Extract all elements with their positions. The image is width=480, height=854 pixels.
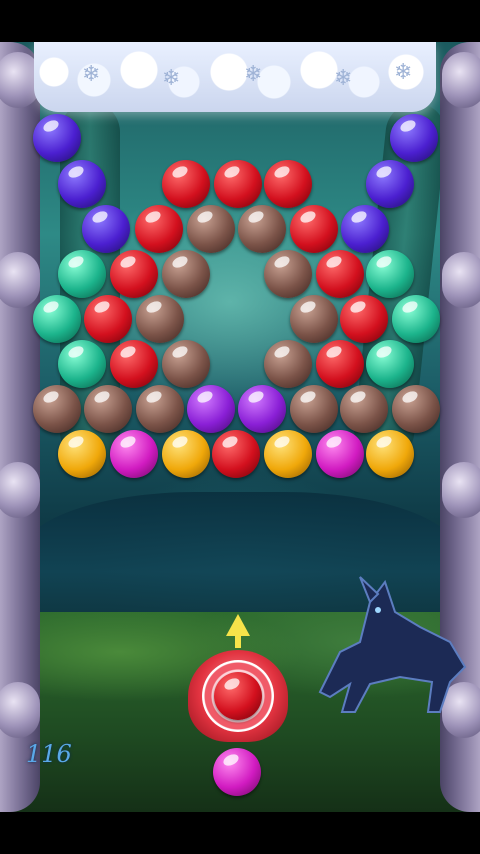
- board-bubble-purple: [58, 160, 106, 208]
- board-bubble-green: [33, 295, 81, 343]
- board-bubble-brown: [264, 250, 312, 298]
- board-bubble-red: [316, 250, 364, 298]
- board-bubble-red: [290, 205, 338, 253]
- game-scene[interactable]: ❄ ❄ ❄ ❄ ❄ 116: [0, 42, 480, 812]
- board-bubble-yellow: [366, 430, 414, 478]
- board-bubble-green: [392, 295, 440, 343]
- board-bubble-green: [366, 340, 414, 388]
- board-bubble-brown: [162, 250, 210, 298]
- board-bubble-purple: [33, 114, 81, 162]
- board-bubble-red: [135, 205, 183, 253]
- current-bubble: [214, 672, 262, 720]
- left-stone-pillar: [0, 42, 40, 812]
- board-bubble-brown: [264, 340, 312, 388]
- board-bubble-brown: [84, 385, 132, 433]
- pillar-knob: [0, 252, 40, 308]
- board-bubble-red: [84, 295, 132, 343]
- board-bubble-magenta: [316, 430, 364, 478]
- board-bubble-yellow: [162, 430, 210, 478]
- arrow-up-icon: [226, 614, 250, 636]
- board-bubble-brown: [136, 295, 184, 343]
- board-bubble-brown: [392, 385, 440, 433]
- board-bubble-red: [340, 295, 388, 343]
- board-bubble-yellow: [58, 430, 106, 478]
- board-bubble-purple: [390, 114, 438, 162]
- snow-ceiling: ❄ ❄ ❄ ❄ ❄: [34, 42, 436, 112]
- board-bubble-red: [110, 340, 158, 388]
- board-bubble-brown: [136, 385, 184, 433]
- board-bubble-brown: [162, 340, 210, 388]
- board-bubble-violet: [187, 385, 235, 433]
- board-bubble-brown: [238, 205, 286, 253]
- snowflake-icon: ❄: [162, 66, 181, 91]
- top-black-bar: [0, 0, 480, 42]
- board-bubble-purple: [341, 205, 389, 253]
- bottom-black-bar: [0, 812, 480, 854]
- board-bubble-red: [110, 250, 158, 298]
- board-bubble-red: [264, 160, 312, 208]
- next-bubble[interactable]: [213, 748, 261, 796]
- board-bubble-violet: [238, 385, 286, 433]
- board-bubble-yellow: [264, 430, 312, 478]
- board-bubble-green: [58, 250, 106, 298]
- board-bubble-red: [162, 160, 210, 208]
- wolf-illustration: [318, 576, 467, 713]
- board-bubble-red: [214, 160, 262, 208]
- board-bubble-green: [58, 340, 106, 388]
- snowflake-icon: ❄: [82, 62, 101, 87]
- pillar-knob: [442, 252, 480, 308]
- snowflake-icon: ❄: [394, 60, 413, 85]
- board-bubble-brown: [340, 385, 388, 433]
- board-bubble-brown: [290, 385, 338, 433]
- board-bubble-green: [366, 250, 414, 298]
- snowflake-icon: ❄: [244, 62, 263, 87]
- pillar-knob: [442, 52, 480, 108]
- board-bubble-red: [316, 340, 364, 388]
- shots-remaining-counter: 116: [26, 740, 72, 768]
- snowflake-icon: ❄: [334, 66, 353, 91]
- board-bubble-magenta: [110, 430, 158, 478]
- board-bubble-purple: [82, 205, 130, 253]
- board-bubble-purple: [366, 160, 414, 208]
- board-bubble-brown: [33, 385, 81, 433]
- board-bubble-brown: [290, 295, 338, 343]
- bubble-launcher[interactable]: [188, 640, 288, 744]
- pillar-knob: [0, 682, 40, 738]
- board-bubble-red: [212, 430, 260, 478]
- pillar-knob: [0, 462, 40, 518]
- board-bubble-brown: [187, 205, 235, 253]
- pillar-knob: [442, 462, 480, 518]
